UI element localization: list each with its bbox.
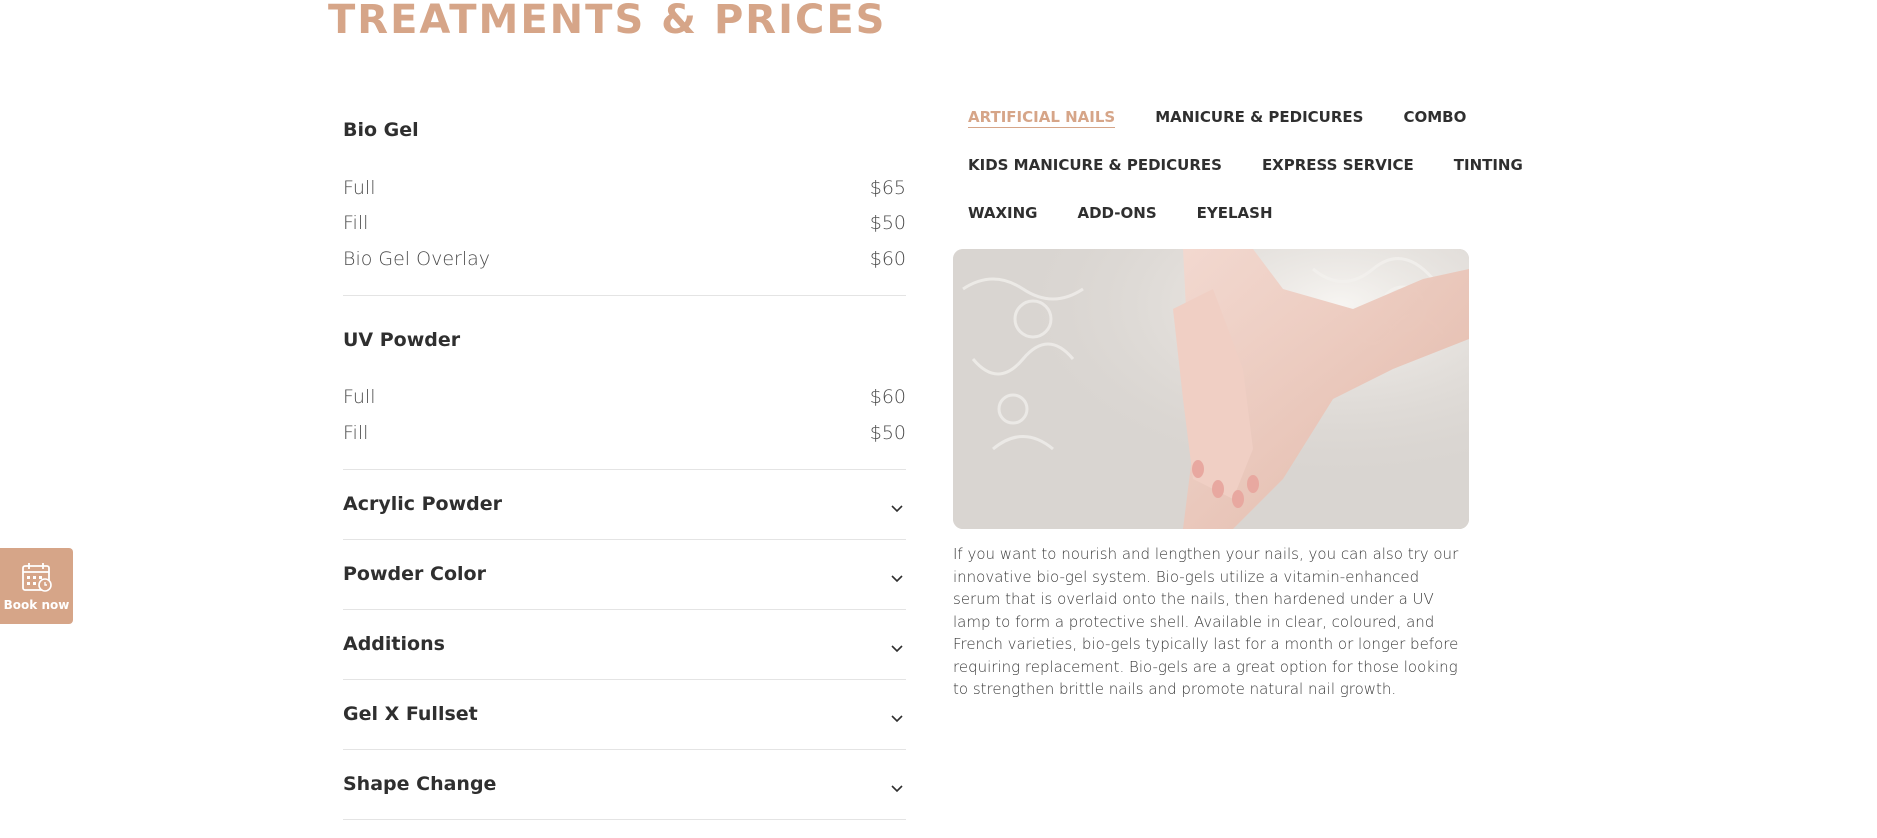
price-row: Full $60 <box>343 380 906 416</box>
price-row: Bio Gel Overlay $60 <box>343 241 906 277</box>
price-list: Bio Gel Full $65 Fill $50 Bio Gel Overla… <box>343 100 906 820</box>
section-title: Bio Gel <box>343 119 419 141</box>
page-title: TREATMENTS & PRICES <box>328 0 887 43</box>
chevron-down-icon <box>891 645 903 653</box>
item-price: $65 <box>869 176 906 199</box>
chevron-down-icon <box>891 505 903 513</box>
accordion-label: Acrylic Powder <box>343 493 503 515</box>
section-title: UV Powder <box>343 328 461 351</box>
treatment-photo <box>953 249 1469 529</box>
tab-tinting[interactable]: TINTING <box>1454 154 1523 202</box>
tab-row: WAXING ADD-ONS EYELASH <box>968 202 1488 250</box>
category-tabs: ARTIFICIAL NAILS MANICURE & PEDICURES CO… <box>968 106 1523 250</box>
calendar-icon <box>21 563 52 592</box>
item-name: Fill <box>343 212 369 235</box>
tab-combo[interactable]: COMBO <box>1403 106 1466 154</box>
accordion-label: Powder Color <box>343 563 486 585</box>
price-row: Full $65 <box>343 170 906 206</box>
item-name: Bio Gel Overlay <box>343 247 490 270</box>
tab-eyelash[interactable]: EYELASH <box>1197 202 1273 250</box>
accordion-gel-x-fullset[interactable]: Gel X Fullset <box>343 680 906 750</box>
tab-row: ARTIFICIAL NAILS MANICURE & PEDICURES CO… <box>968 106 1488 154</box>
accordion-label: Shape Change <box>343 773 497 795</box>
tab-row: KIDS MANICURE & PEDICURES EXPRESS SERVIC… <box>968 154 1523 202</box>
book-now-button[interactable]: Book now <box>0 548 73 624</box>
item-price: $60 <box>869 386 906 409</box>
tab-waxing[interactable]: WAXING <box>968 202 1038 250</box>
price-row: Fill $50 <box>343 415 906 451</box>
tab-kids-manicure-pedicures[interactable]: KIDS MANICURE & PEDICURES <box>968 154 1222 202</box>
item-price: $60 <box>869 247 906 270</box>
chevron-down-icon <box>891 715 903 723</box>
item-name: Fill <box>343 421 369 444</box>
accordion-shape-change[interactable]: Shape Change <box>343 750 906 820</box>
item-price: $50 <box>869 212 906 235</box>
chevron-down-icon <box>891 575 903 583</box>
accordion-label: Additions <box>343 633 445 655</box>
tab-add-ons[interactable]: ADD-ONS <box>1078 202 1157 250</box>
book-now-label: Book now <box>3 598 70 612</box>
tab-manicure-pedicures[interactable]: MANICURE & PEDICURES <box>1155 106 1363 154</box>
price-row: Fill $50 <box>343 206 906 242</box>
section-uv-powder: UV Powder Full $60 Fill $50 <box>343 296 906 470</box>
accordion-acrylic-powder[interactable]: Acrylic Powder <box>343 470 906 540</box>
section-bio-gel: Bio Gel Full $65 Fill $50 Bio Gel Overla… <box>343 100 906 296</box>
accordion-label: Gel X Fullset <box>343 703 478 725</box>
accordion-additions[interactable]: Additions <box>343 610 906 680</box>
item-name: Full <box>343 386 376 409</box>
treatment-description: If you want to nourish and lengthen your… <box>953 545 1459 698</box>
tab-express-service[interactable]: EXPRESS SERVICE <box>1262 154 1414 202</box>
hands-image <box>953 249 1469 529</box>
tab-artificial-nails[interactable]: ARTIFICIAL NAILS <box>968 106 1116 128</box>
accordion-powder-color[interactable]: Powder Color <box>343 540 906 610</box>
chevron-down-icon <box>891 785 903 793</box>
item-price: $50 <box>869 421 906 444</box>
item-name: Full <box>343 176 376 199</box>
